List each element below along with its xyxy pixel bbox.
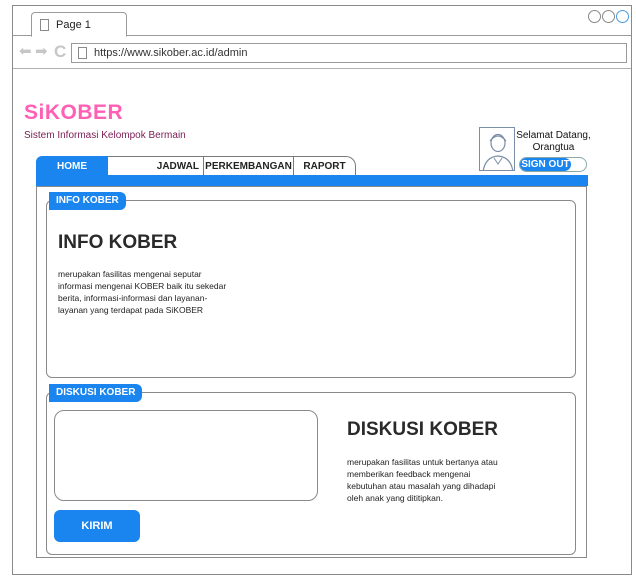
nav-tab-jadwal[interactable]: JADWAL (108, 156, 203, 176)
sign-out-toggle[interactable]: SIGN OUT (519, 157, 587, 172)
url-text: https://www.sikober.ac.id/admin (94, 47, 248, 59)
site-subtitle: Sistem Informasi Kelompok Bermain (24, 130, 186, 141)
address-bar: ⬅ ➡ C https://www.sikober.ac.id/admin (13, 37, 631, 69)
window-maximize-icon[interactable] (602, 10, 615, 23)
nav-tab-raport[interactable]: RAPORT (294, 156, 356, 176)
reload-icon[interactable]: C (54, 42, 66, 62)
browser-tab-title: Page 1 (56, 19, 91, 31)
main-nav: HOME JADWAL PERKEMBANGAN RAPORT (36, 156, 356, 176)
browser-tab-bar: Page 1 (13, 6, 631, 37)
forward-arrow-icon[interactable]: ➡ (35, 44, 48, 59)
sign-out-label: SIGN OUT (520, 158, 571, 171)
window-controls (588, 10, 629, 23)
diskusi-kober-tag: DISKUSI KOBER (49, 384, 143, 402)
user-avatar (479, 127, 515, 171)
page-icon (78, 47, 87, 59)
kirim-button[interactable]: KIRIM (54, 510, 140, 542)
window-minimize-icon[interactable] (588, 10, 601, 23)
info-kober-tag: INFO KOBER (49, 192, 126, 210)
back-arrow-icon[interactable]: ⬅ (19, 44, 32, 59)
diskusi-kober-panel: DISKUSI KOBER KIRIM DISKUSI KOBER merupa… (46, 384, 576, 555)
diskusi-kober-title: DISKUSI KOBER (347, 419, 498, 440)
nav-tab-home[interactable]: HOME (36, 156, 108, 176)
content-area: INFO KOBER INFO KOBER merupakan fasilita… (36, 186, 587, 558)
browser-tab[interactable]: Page 1 (31, 12, 127, 37)
site-logo: SiKOBER (24, 101, 124, 124)
nav-underline-bar (36, 175, 588, 186)
diskusi-kober-description: merupakan fasilitas untuk bertanya atau … (347, 457, 498, 503)
nav-tab-perkembangan[interactable]: PERKEMBANGAN (203, 156, 294, 176)
info-kober-panel: INFO KOBER INFO KOBER merupakan fasilita… (46, 192, 576, 378)
diskusi-message-input[interactable] (54, 410, 318, 501)
info-kober-description: merupakan fasilitas mengenai seputar inf… (58, 269, 227, 315)
page-icon (40, 19, 49, 31)
user-avatar-icon (482, 133, 514, 170)
welcome-text: Selamat Datang, Orangtua (516, 130, 591, 153)
url-input[interactable]: https://www.sikober.ac.id/admin (71, 43, 627, 63)
window-close-icon[interactable] (616, 10, 629, 23)
info-kober-title: INFO KOBER (58, 232, 178, 253)
